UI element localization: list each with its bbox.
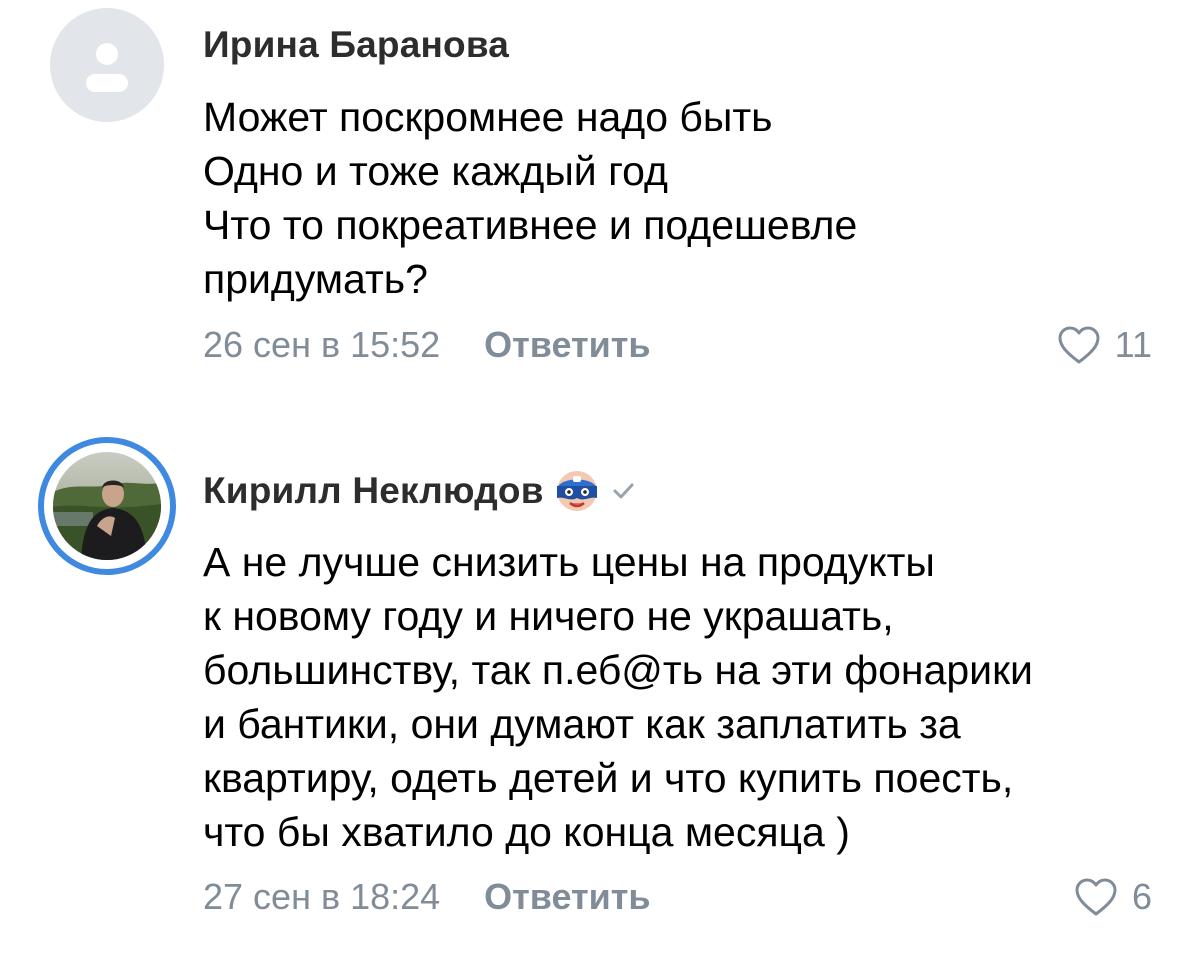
like-button[interactable]: 11 xyxy=(1057,324,1152,366)
heart-icon xyxy=(1075,878,1117,916)
comment-author-name[interactable]: Ирина Баранова xyxy=(203,24,509,66)
heart-icon xyxy=(1058,326,1100,364)
comment-text-line: Одно и тоже каждый год xyxy=(203,148,668,194)
comment-date[interactable]: 27 сен в 18:24 xyxy=(203,876,440,918)
comment-text-line: А не лучше снизить цены на продукты xyxy=(203,539,935,585)
comment-text-line: что бы хватило до конца месяца ) xyxy=(203,809,850,855)
like-button[interactable]: 6 xyxy=(1074,876,1152,918)
comment-text: А не лучше снизить цены на продукты к но… xyxy=(203,535,1163,859)
comment-meta: 27 сен в 18:24 Ответить xyxy=(203,876,651,918)
like-count: 6 xyxy=(1131,876,1152,917)
comment-text-line: квартиру, одеть детей и что купить поест… xyxy=(203,755,1014,801)
comment-text: Может поскромнее надо быть Одно и тоже к… xyxy=(203,90,1163,306)
comment-text-line: и бантики, они думают как заплатить за xyxy=(203,701,961,747)
checkmark-icon xyxy=(613,483,634,499)
comment-item: Ирина Баранова Может поскромнее надо быт… xyxy=(0,0,1200,410)
comment-text-line: придумать? xyxy=(203,256,428,302)
comment-text-line: Может поскромнее надо быть xyxy=(203,94,773,140)
default-user-avatar-icon[interactable] xyxy=(50,8,164,122)
comment-text-line: большинству, так п.еб@ть на эти фонарики xyxy=(203,647,1033,693)
comment-text-line: к новому году и ничего не украшать, xyxy=(203,593,894,639)
comment-text-line: Что то покреативнее и подешевле xyxy=(203,202,858,248)
reply-button[interactable]: Ответить xyxy=(484,324,650,366)
comment-author-name[interactable]: Кирилл Неклюдов xyxy=(203,468,638,514)
author-name-text: Кирилл Неклюдов xyxy=(203,470,544,511)
user-photo-avatar[interactable] xyxy=(53,452,161,560)
comment-meta: 26 сен в 15:52 Ответить xyxy=(203,324,651,366)
masked-hero-badge-icon xyxy=(556,471,597,511)
comment-item: Кирилл Неклюдов А не лучше снизить цены … xyxy=(0,410,1200,958)
reply-button[interactable]: Ответить xyxy=(484,876,650,918)
comment-date[interactable]: 26 сен в 15:52 xyxy=(203,324,440,366)
like-count: 11 xyxy=(1114,324,1152,365)
